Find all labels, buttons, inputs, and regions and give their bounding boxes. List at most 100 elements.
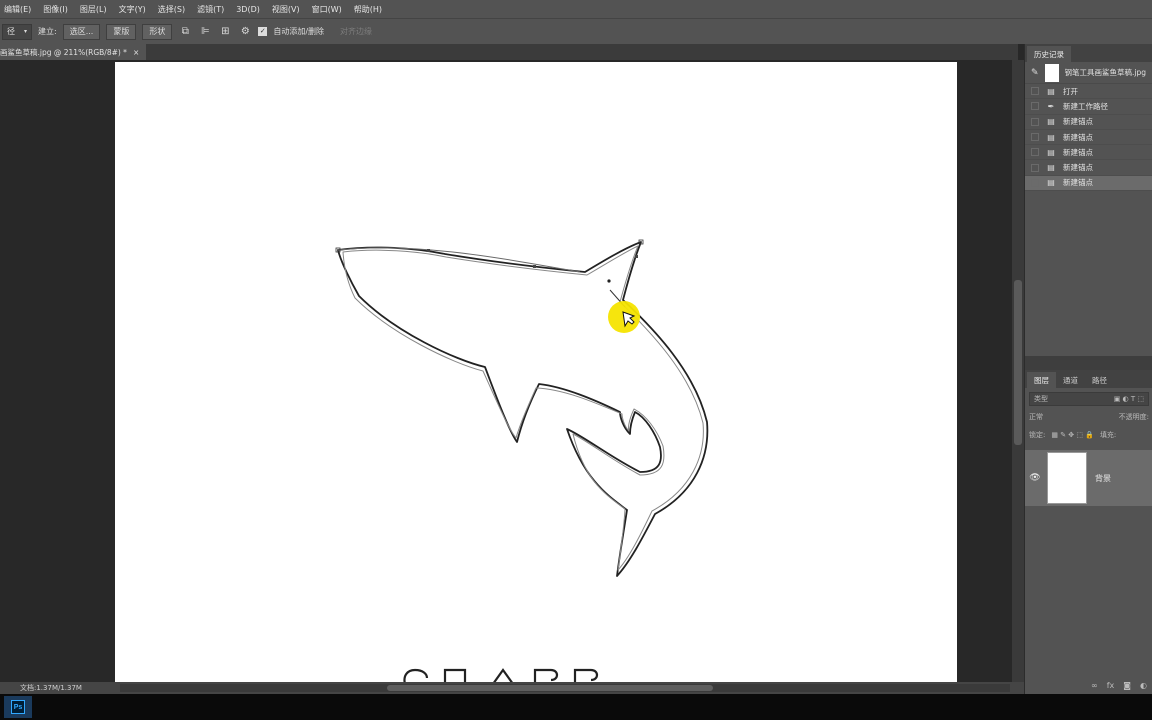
layer-filter-kind: 类型 [1034, 395, 1048, 403]
lock-label: 锁定: [1029, 431, 1046, 439]
menu-edit[interactable]: 编辑(E) [4, 4, 31, 15]
horizontal-scrollbar[interactable] [120, 684, 1010, 692]
status-bar: 文档:1.37M/1.37M [0, 682, 1024, 694]
history-item-label: 新建锚点 [1063, 117, 1093, 127]
horizontal-scrollbar-thumb[interactable] [387, 685, 713, 691]
history-item[interactable]: ▤ 新建锚点 [1025, 130, 1152, 146]
mask-icon[interactable]: ◙ [1123, 681, 1131, 690]
tool-mode-select[interactable]: 径 ▾ [2, 23, 32, 40]
make-mask-button[interactable]: 蒙版 [106, 23, 137, 40]
history-item-selected[interactable]: ▤ 新建锚点 [1025, 175, 1152, 192]
history-item[interactable]: ▤ 新建锚点 [1025, 145, 1152, 161]
chevron-down-icon: ▾ [23, 28, 27, 35]
history-item[interactable]: ▤ 打开 [1025, 84, 1152, 100]
document-tab-title: 画鲨鱼草稿.jpg @ 211%(RGB/8#) * [0, 47, 127, 57]
photoshop-taskbar-button[interactable]: Ps [4, 696, 32, 718]
eye-icon[interactable]: 👁 [1025, 473, 1045, 483]
close-icon[interactable]: × [133, 48, 139, 57]
history-source-checkbox[interactable] [1031, 87, 1039, 96]
snapshot-label: 钢笔工具画鲨鱼草稿.jpg [1064, 68, 1147, 77]
document-icon: ▤ [1047, 163, 1055, 173]
history-panel-tabs: 历史记录 [1025, 44, 1152, 62]
document-canvas[interactable] [115, 62, 957, 682]
path-alignment-icon[interactable]: ⊫ [198, 25, 212, 39]
snapshot-thumbnail [1044, 63, 1059, 82]
photoshop-icon: Ps [11, 700, 25, 714]
menu-select[interactable]: 选择(S) [158, 4, 185, 15]
path-operations-icon[interactable]: ⧉ [178, 25, 192, 39]
document-icon: ▤ [1047, 86, 1055, 96]
auto-add-delete-checkbox[interactable]: ✓ [258, 27, 268, 36]
document-icon: ▤ [1047, 117, 1055, 127]
blend-mode-select[interactable]: 正常 [1029, 412, 1043, 422]
layers-panel-tabs: 图层 通道 路径 [1025, 370, 1152, 388]
adjustment-icon[interactable]: ◐ [1140, 681, 1147, 690]
menu-filter[interactable]: 滤镜(T) [197, 4, 224, 15]
history-item-label: 新建锚点 [1063, 147, 1093, 157]
history-item[interactable]: ✒ 新建工作路径 [1025, 99, 1152, 115]
document-tab-row: 画鲨鱼草稿.jpg @ 211%(RGB/8#) * × [0, 44, 1018, 60]
shark-sketch [335, 239, 709, 682]
taskbar: Ps [0, 694, 1152, 720]
document-icon: ▤ [1047, 178, 1055, 188]
make-label: 建立: [38, 27, 57, 36]
history-item-label: 新建锚点 [1063, 132, 1093, 142]
make-selection-button[interactable]: 选区... [62, 23, 101, 40]
path-arrangement-icon[interactable]: ⊞ [218, 25, 232, 39]
align-edges-label[interactable]: 对齐边缘 [340, 26, 372, 37]
gear-icon[interactable]: ⚙ [238, 25, 252, 39]
right-panel-dock: 历史记录 ✎ 钢笔工具画鲨鱼草稿.jpg ▤ 打开 ✒ 新建工作路径 ▤ 新建锚… [1024, 44, 1152, 694]
history-item-label: 打开 [1063, 86, 1078, 96]
document-icon: ▤ [1047, 147, 1055, 157]
history-source-checkbox[interactable] [1031, 178, 1039, 187]
menu-layer[interactable]: 图层(L) [80, 4, 107, 15]
tab-channels[interactable]: 通道 [1056, 372, 1085, 388]
history-source-checkbox[interactable] [1031, 148, 1039, 157]
layer-filter[interactable]: 类型 ▣ ◐ T ⬚ [1029, 392, 1149, 406]
vertical-scrollbar[interactable] [1012, 60, 1024, 682]
document-tab[interactable]: 画鲨鱼草稿.jpg @ 211%(RGB/8#) * × [0, 44, 146, 60]
panel-divider [1025, 356, 1152, 370]
blend-row: 正常 不透明度: [1029, 410, 1149, 424]
menu-help[interactable]: 帮助(H) [354, 4, 382, 15]
history-source-checkbox[interactable] [1031, 133, 1039, 142]
tab-history[interactable]: 历史记录 [1027, 46, 1071, 62]
menu-bar: 编辑(E) 图像(I) 图层(L) 文字(Y) 选择(S) 滤镜(T) 3D(D… [0, 0, 1152, 18]
menu-3d[interactable]: 3D(D) [236, 5, 260, 14]
vertical-scrollbar-thumb[interactable] [1014, 280, 1022, 445]
layer-thumbnail [1047, 452, 1087, 504]
document-icon: ▤ [1047, 132, 1055, 142]
history-snapshot[interactable]: ✎ 钢笔工具画鲨鱼草稿.jpg [1025, 62, 1152, 84]
history-source-checkbox[interactable] [1031, 102, 1039, 111]
make-shape-button[interactable]: 形状 [142, 23, 173, 40]
history-brush-icon: ✎ [1031, 67, 1039, 78]
auto-add-delete-label: 自动添加/删除 [273, 27, 325, 36]
menu-window[interactable]: 窗口(W) [312, 4, 342, 15]
lock-row: 锁定: ▦ ✎ ✥ ⬚ 🔒 填充: [1029, 428, 1149, 442]
history-item-label: 新建锚点 [1063, 163, 1093, 173]
menu-type[interactable]: 文字(Y) [119, 4, 146, 15]
history-item-label: 新建工作路径 [1063, 101, 1108, 111]
layers-panel: 图层 通道 路径 类型 ▣ ◐ T ⬚ 正常 不透明度: 锁定: ▦ ✎ ✥ ⬚… [1025, 370, 1152, 694]
document-size-status[interactable]: 文档:1.37M/1.37M [0, 683, 115, 693]
tab-layers[interactable]: 图层 [1027, 372, 1056, 388]
lock-icons[interactable]: ▦ ✎ ✥ ⬚ 🔒 [1051, 431, 1094, 439]
fx-icon[interactable]: fx [1107, 681, 1115, 690]
menu-view[interactable]: 视图(V) [272, 4, 300, 15]
tab-paths[interactable]: 路径 [1085, 372, 1114, 388]
history-item[interactable]: ▤ 新建锚点 [1025, 160, 1152, 176]
tool-mode-value: 径 [7, 27, 15, 36]
filter-icons: ▣ ◐ T ⬚ [1113, 395, 1144, 403]
history-item-label: 新建锚点 [1063, 178, 1093, 188]
options-bar: 径 ▾ 建立: 选区... 蒙版 形状 ⧉ ⊫ ⊞ ⚙ ✓ 自动添加/删除 对齐… [0, 18, 1152, 44]
history-source-checkbox[interactable] [1031, 163, 1039, 172]
history-item[interactable]: ▤ 新建锚点 [1025, 115, 1152, 130]
layer-background[interactable]: 👁 背景 [1025, 450, 1152, 506]
opacity-label[interactable]: 不透明度: [1119, 412, 1149, 422]
workspace [0, 60, 1012, 682]
layer-actions: ∞ fx ◙ ◐ [1025, 676, 1152, 694]
link-icon[interactable]: ∞ [1091, 681, 1098, 690]
fill-label[interactable]: 填充: [1100, 430, 1116, 440]
history-source-checkbox[interactable] [1031, 117, 1039, 126]
menu-image[interactable]: 图像(I) [43, 4, 68, 15]
